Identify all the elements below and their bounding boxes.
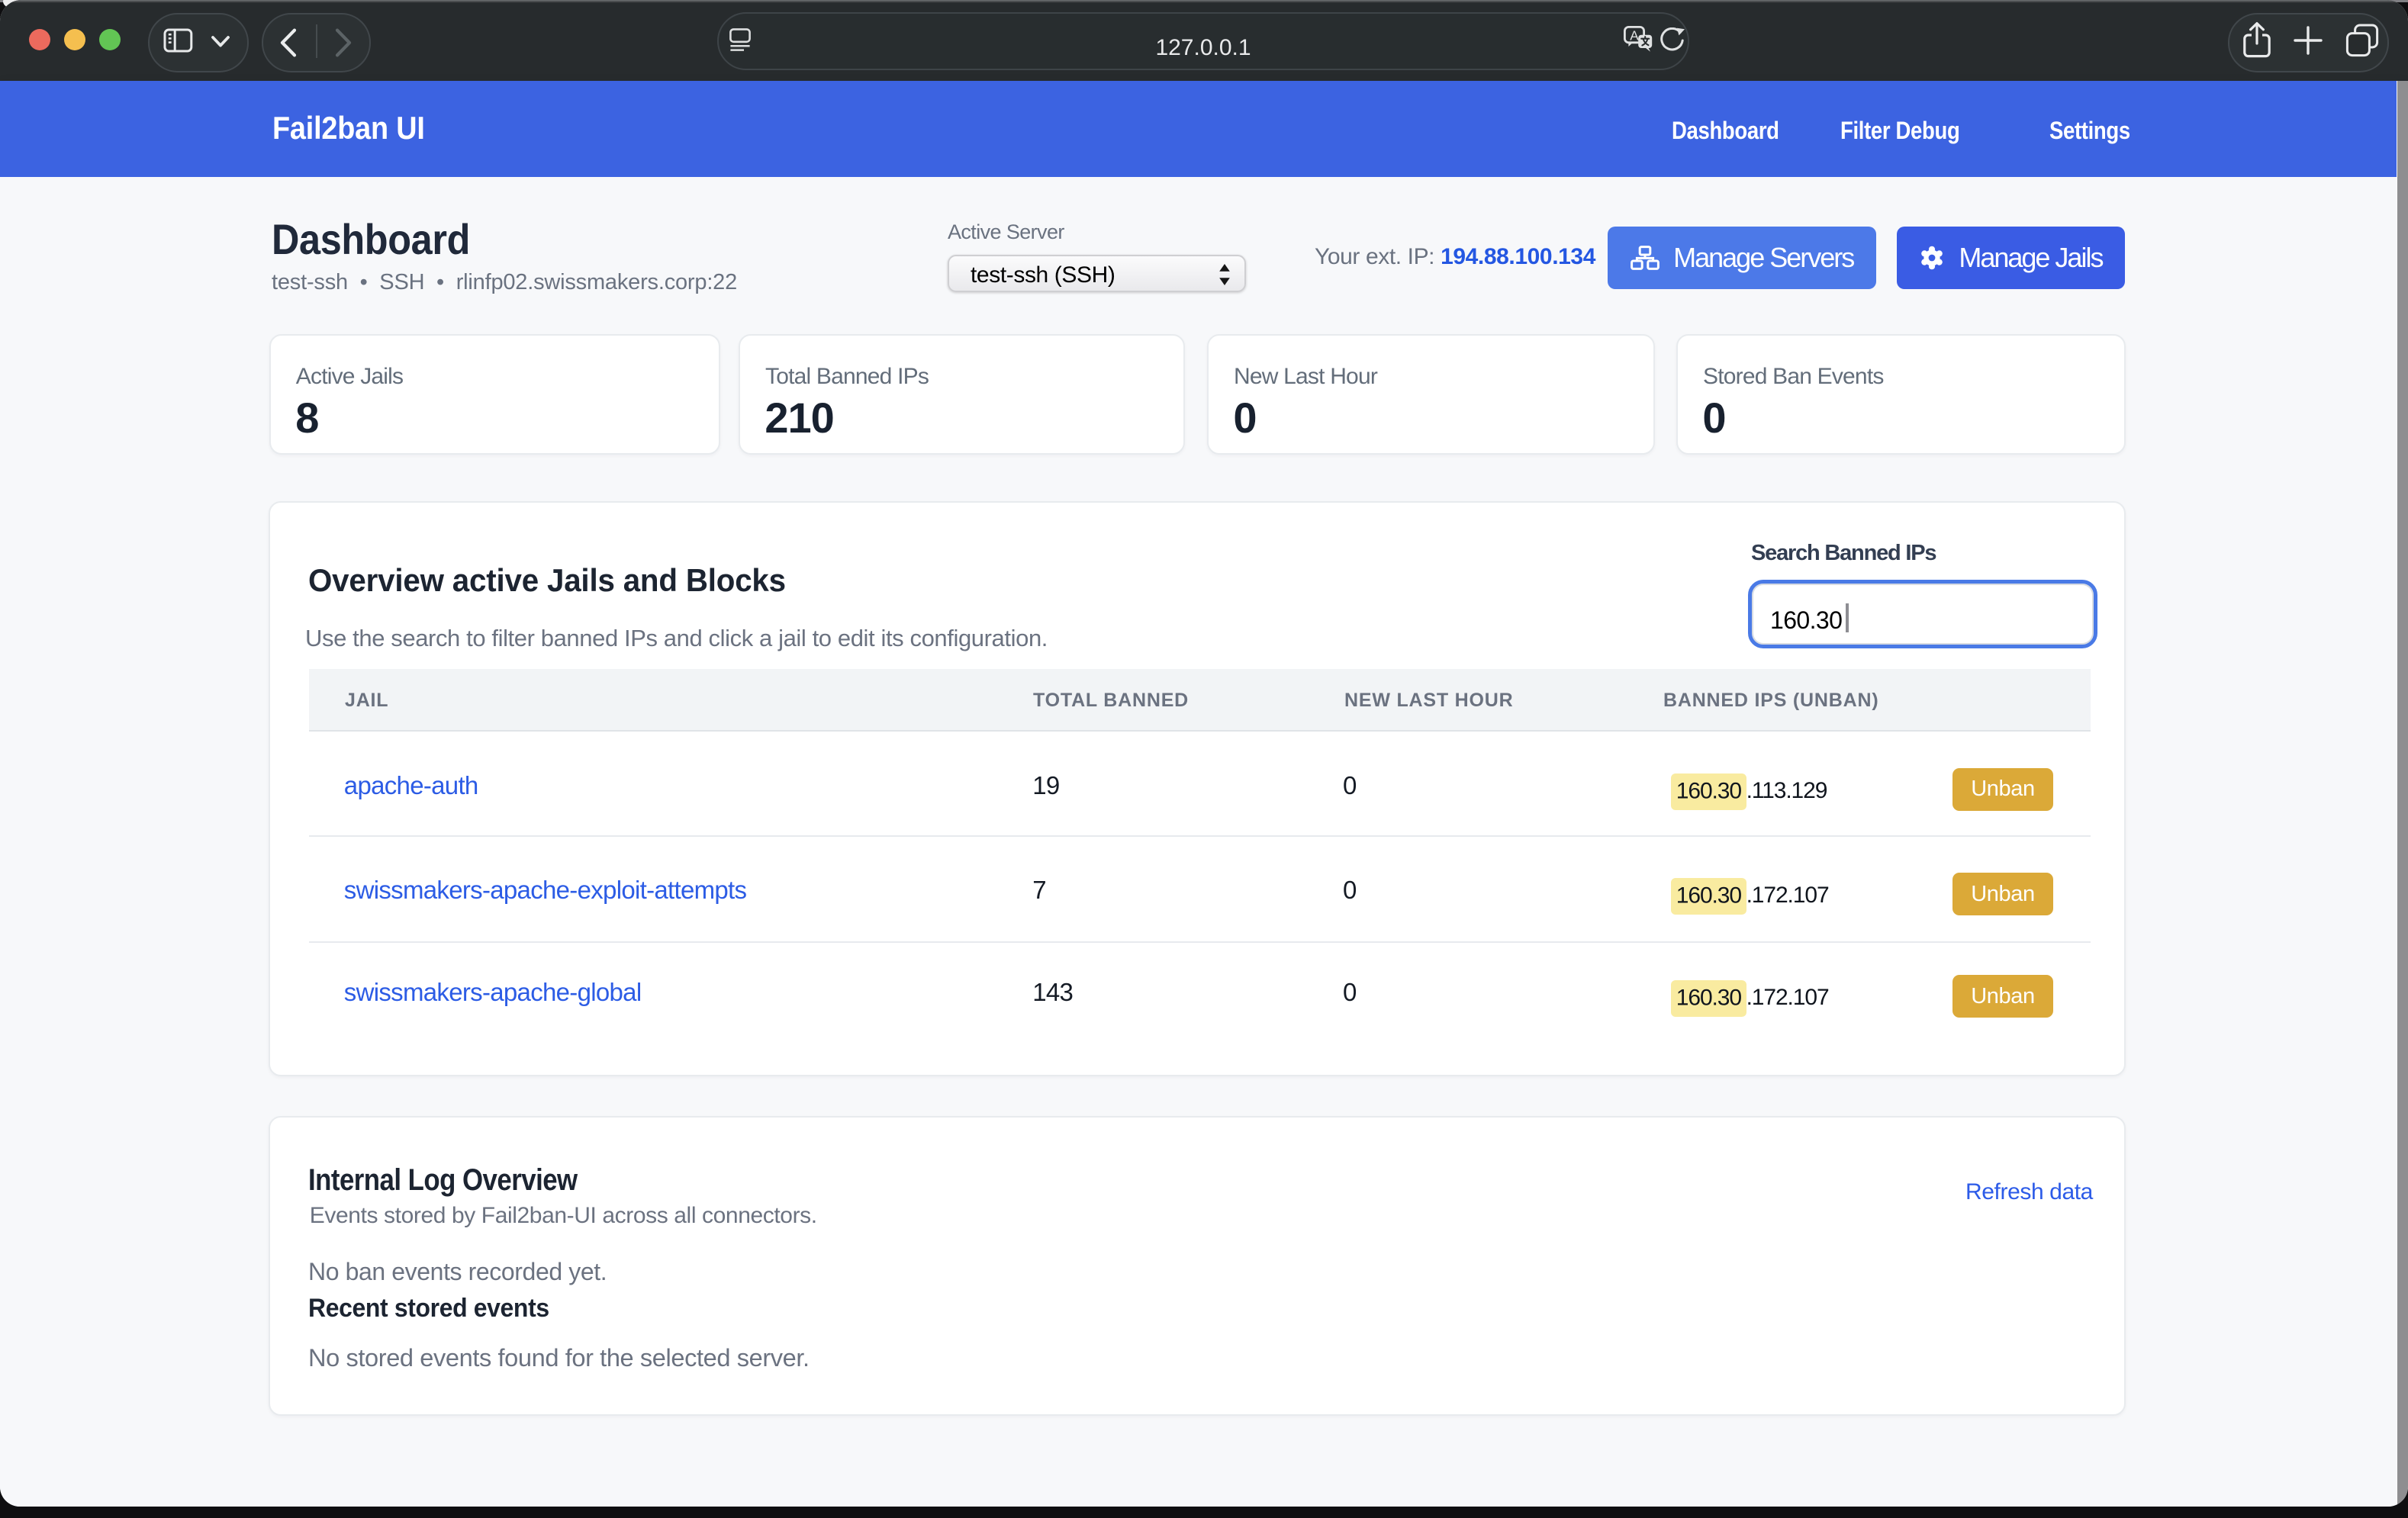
svg-text:A: A	[1630, 28, 1639, 43]
